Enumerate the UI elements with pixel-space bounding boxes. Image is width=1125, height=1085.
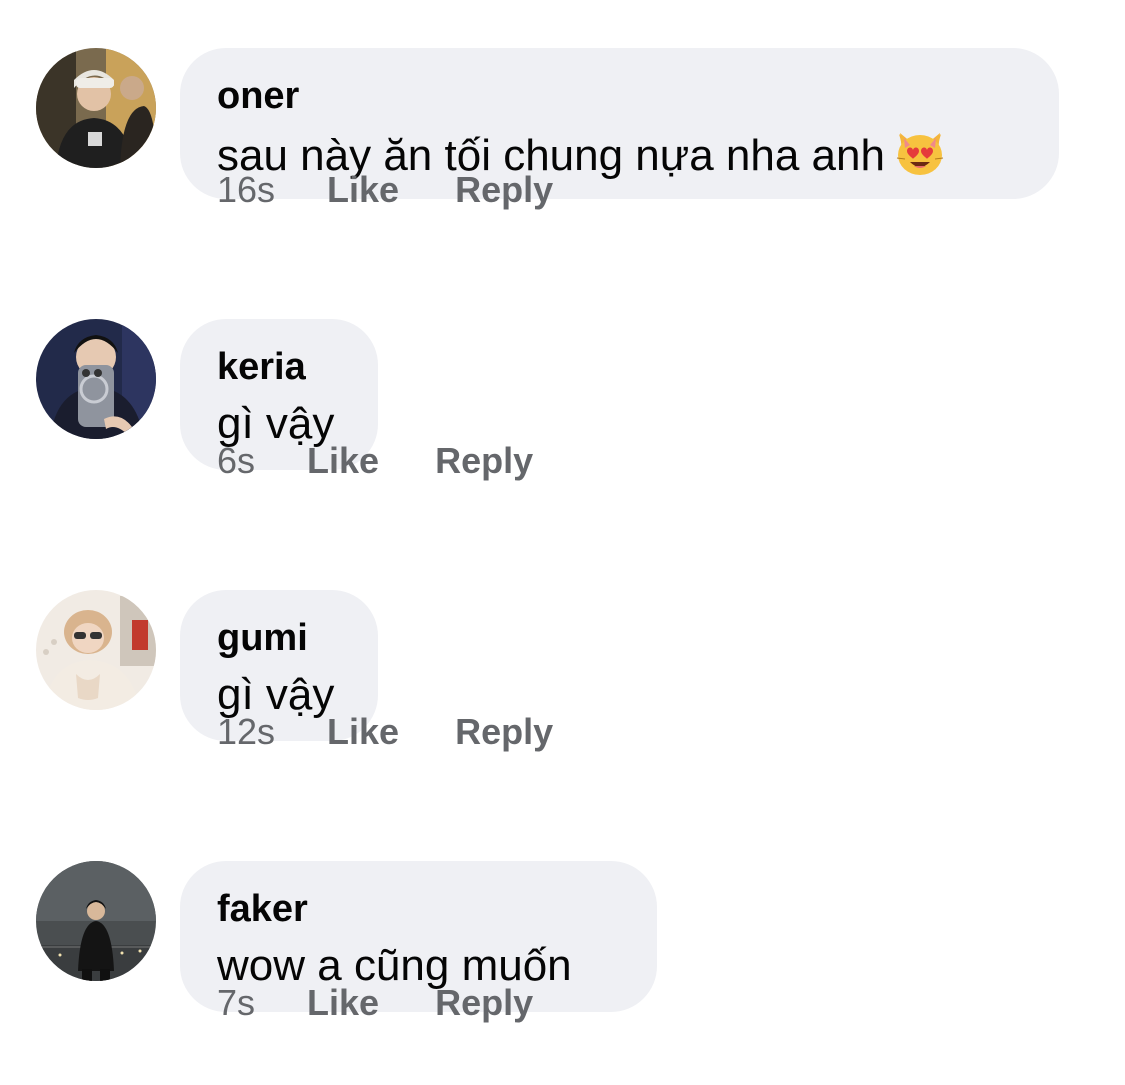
comment-item: gumi gì vậy 12s Like Reply [0, 542, 1125, 812]
like-button[interactable]: Like [307, 439, 379, 483]
reply-button[interactable]: Reply [435, 981, 533, 1025]
like-button[interactable]: Like [327, 168, 399, 212]
comment-author[interactable]: oner [217, 74, 1021, 118]
like-button[interactable]: Like [327, 710, 399, 754]
comment-author[interactable]: gumi [217, 616, 340, 660]
comment-actions: 12s Like Reply [217, 710, 553, 754]
reply-button[interactable]: Reply [435, 439, 533, 483]
comment-item: faker wow a cũng muốn 7s Like Reply [0, 813, 1125, 1083]
avatar[interactable] [36, 861, 156, 981]
comment-timestamp: 12s [217, 711, 276, 752]
avatar[interactable] [36, 590, 156, 710]
comment-timestamp: 7s [217, 982, 256, 1023]
reply-button[interactable]: Reply [455, 710, 553, 754]
comment-actions: 6s Like Reply [217, 439, 533, 483]
comment-timestamp: 16s [217, 169, 276, 210]
avatar[interactable] [36, 48, 156, 168]
comment-item: keria gì vậy 6s Like Reply [0, 271, 1125, 541]
comment-author[interactable]: faker [217, 887, 619, 931]
avatar[interactable] [36, 319, 156, 439]
comment-actions: 7s Like Reply [217, 981, 533, 1025]
comment-item: oner sau này ăn tối chung nựa nha anh 16… [0, 0, 1125, 270]
comment-timestamp: 6s [217, 440, 256, 481]
reply-button[interactable]: Reply [455, 168, 553, 212]
like-button[interactable]: Like [307, 981, 379, 1025]
comment-author[interactable]: keria [217, 345, 340, 389]
smiling-cat-heart-eyes-emoji-icon [893, 124, 947, 178]
comment-actions: 16s Like Reply [217, 168, 553, 212]
